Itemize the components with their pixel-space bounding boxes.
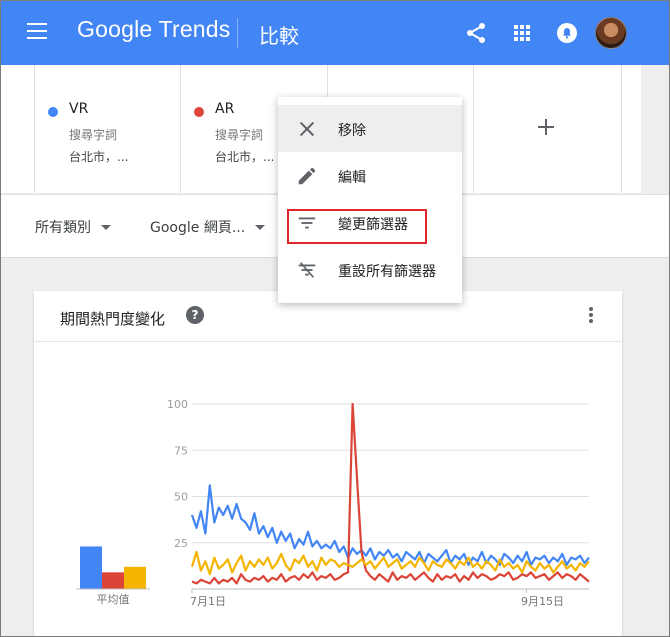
series-color-dot <box>194 107 204 117</box>
y-tick-label: 100 <box>167 398 188 411</box>
x-tick-label: 9月15日 <box>521 595 564 608</box>
brand-trends: Trends <box>158 16 231 42</box>
average-label: 平均值 <box>97 593 130 606</box>
series-color-dot <box>48 107 58 117</box>
menu-item-change-filters[interactable]: 變更篩選器 <box>278 199 462 246</box>
term-context-menu: 移除 編輯 變更篩選器 重設所有篩選器 <box>278 97 462 303</box>
menu-item-edit[interactable]: 編輯 <box>278 152 462 199</box>
menu-item-label: 移除 <box>338 123 366 139</box>
y-tick-label: 25 <box>174 537 188 550</box>
add-term-card[interactable] <box>474 65 622 193</box>
term-name: VR <box>69 101 89 117</box>
apps-grid-icon[interactable] <box>510 21 534 45</box>
average-bar-0 <box>80 546 102 589</box>
menu-item-label: 重設所有篩選器 <box>338 264 436 280</box>
dropdown-caret-icon <box>255 224 266 230</box>
menu-item-reset-filters[interactable]: 重設所有篩選器 <box>278 246 462 293</box>
google-trends-logo[interactable]: Google Trends <box>77 16 231 43</box>
term-location: 台北市，... <box>215 150 275 164</box>
y-tick-label: 75 <box>174 444 188 457</box>
term-name: AR <box>215 101 235 117</box>
category-filter-dropdown[interactable]: 所有類別 <box>35 217 111 237</box>
share-icon[interactable] <box>464 21 488 45</box>
header-divider <box>237 18 238 48</box>
term-card-vr[interactable]: VR 搜尋字詞 台北市，... <box>34 65 181 193</box>
user-avatar[interactable] <box>595 17 627 49</box>
category-filter-label: 所有類別 <box>35 220 91 236</box>
property-filter-label: Google 網頁... <box>150 220 246 236</box>
average-bar-2 <box>124 566 146 589</box>
series-line-0 <box>190 484 590 566</box>
menu-item-label: 變更篩選器 <box>338 217 408 233</box>
trend-chart: 100 75 50 25 7月1日 9月15日 平均值 <box>76 398 590 608</box>
add-term-icon[interactable] <box>536 117 556 137</box>
menu-item-label: 編輯 <box>338 170 366 186</box>
series-line-1 <box>191 402 590 585</box>
menu-icon[interactable] <box>27 23 47 41</box>
app-bar: Google Trends 比較 <box>1 1 669 65</box>
x-tick-label: 7月1日 <box>190 595 226 608</box>
term-type: 搜尋字詞 <box>215 128 264 142</box>
term-type: 搜尋字詞 <box>69 128 118 142</box>
term-location: 台北市，... <box>69 150 129 164</box>
close-icon <box>299 121 315 137</box>
average-bar-1 <box>102 572 124 589</box>
filter-clear-icon <box>298 262 316 278</box>
y-tick-label: 50 <box>174 491 188 504</box>
menu-item-remove[interactable]: 移除 <box>278 105 462 152</box>
dropdown-caret-icon <box>101 224 111 230</box>
brand-google: Google <box>77 16 153 42</box>
notifications-icon[interactable] <box>555 21 579 45</box>
interest-over-time-card: 期間熱門度變化 ? 100 75 50 25 7月1日 9月15日 平均值 <box>34 291 622 636</box>
property-filter-dropdown[interactable]: Google 網頁... <box>150 217 266 237</box>
browser-frame: Google Trends 比較 VR 搜尋字詞 台北市，... AR 搜尋字詞… <box>0 0 670 637</box>
pencil-icon <box>298 167 316 185</box>
filter-icon <box>298 217 316 229</box>
page-title: 比較 <box>259 24 299 48</box>
